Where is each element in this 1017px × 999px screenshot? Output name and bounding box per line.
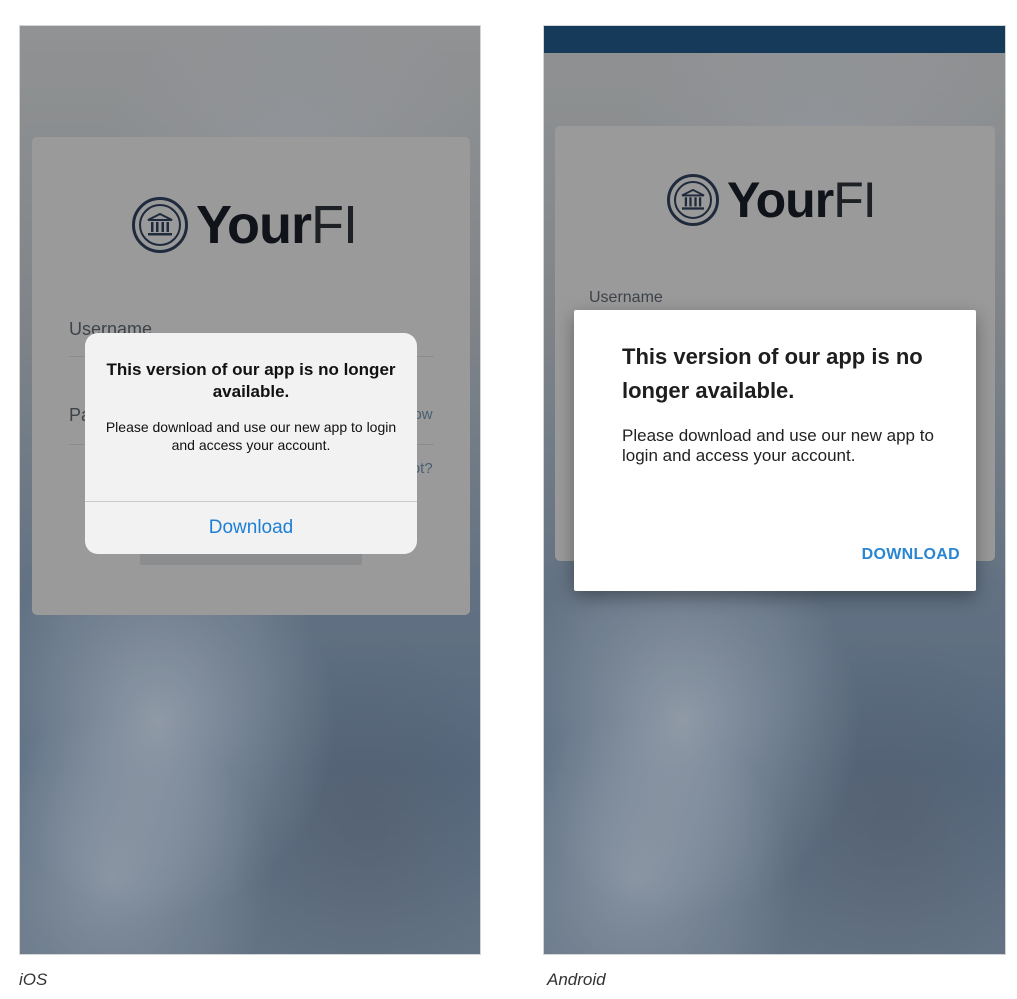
download-button[interactable]: DOWNLOAD: [862, 546, 960, 564]
alert-message: Please download and use our new app to l…: [105, 419, 397, 453]
caption-android: Android: [547, 970, 606, 989]
update-alert: This version of our app is no longer ava…: [85, 333, 417, 554]
brand-logo: YourFI: [132, 195, 358, 255]
update-dialog: This version of our app is no longer ava…: [574, 310, 976, 591]
dialog-title: This version of our app is no longer ava…: [622, 344, 923, 403]
alert-title: This version of our app is no longer ava…: [106, 360, 396, 401]
brand-logo: YourFI: [667, 172, 877, 228]
status-bar: [544, 26, 1005, 53]
dialog-message: Please download and use our new app to l…: [622, 426, 934, 465]
ios-screenshot: YourFI Username Password Show Forgot? Th…: [19, 25, 481, 955]
username-label: Username: [589, 289, 663, 306]
download-button[interactable]: Download: [85, 501, 417, 554]
caption-ios: iOS: [19, 970, 48, 989]
bank-building-icon: [132, 197, 188, 253]
brand-name: YourFI: [727, 172, 877, 228]
brand-name: YourFI: [196, 195, 358, 255]
bank-building-icon: [667, 174, 719, 226]
android-screenshot: YourFI Username This version of our app …: [543, 25, 1006, 955]
